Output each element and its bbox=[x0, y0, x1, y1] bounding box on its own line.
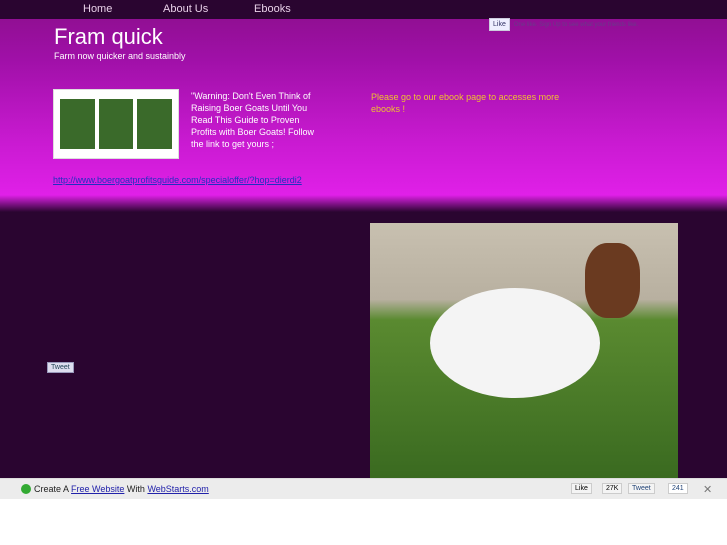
close-icon[interactable]: ✕ bbox=[703, 483, 712, 496]
webstarts-link[interactable]: WebStarts.com bbox=[147, 484, 208, 494]
footer-tweet-count: 241 bbox=[668, 483, 688, 494]
site-title: Fram quick bbox=[54, 24, 163, 49]
webstarts-logo-icon bbox=[21, 484, 31, 494]
facebook-like-text[interactable]: One like. Sign Up to see what your frien… bbox=[514, 22, 638, 28]
free-website-link[interactable]: Free Website bbox=[71, 484, 124, 494]
footer-like-button[interactable]: Like bbox=[571, 483, 592, 494]
goat-photo bbox=[370, 223, 678, 478]
page-background: Home About Us Ebooks Fram quick Farm now… bbox=[0, 0, 727, 478]
nav-about-us[interactable]: About Us bbox=[163, 3, 208, 15]
facebook-like-widget: Like One like. Sign Up to see what your … bbox=[489, 18, 638, 31]
nav-ebooks[interactable]: Ebooks bbox=[254, 3, 291, 15]
tweet-button[interactable]: Tweet bbox=[47, 362, 74, 373]
ebook-image[interactable] bbox=[53, 89, 179, 159]
webstarts-footer-bar: Create A Free Website With WebStarts.com… bbox=[0, 478, 727, 499]
footer-tweet-button[interactable]: Tweet bbox=[628, 483, 655, 494]
nav-bar: Home About Us Ebooks bbox=[0, 0, 727, 19]
site-subtitle: Farm now quicker and sustainbly bbox=[54, 51, 186, 61]
warning-text: "Warning: Don't Even Think of Raising Bo… bbox=[191, 91, 315, 149]
footer-text: Create A Free Website With WebStarts.com bbox=[34, 484, 209, 494]
nav-home[interactable]: Home bbox=[83, 3, 112, 15]
ebook-notice: Please go to our ebook page to accesses … bbox=[371, 92, 560, 114]
footer-like-count: 27K bbox=[602, 483, 623, 494]
facebook-like-button[interactable]: Like bbox=[489, 18, 510, 31]
boer-goat-guide-link[interactable]: http://www.boergoatprofitsguide.com/spec… bbox=[53, 175, 302, 185]
